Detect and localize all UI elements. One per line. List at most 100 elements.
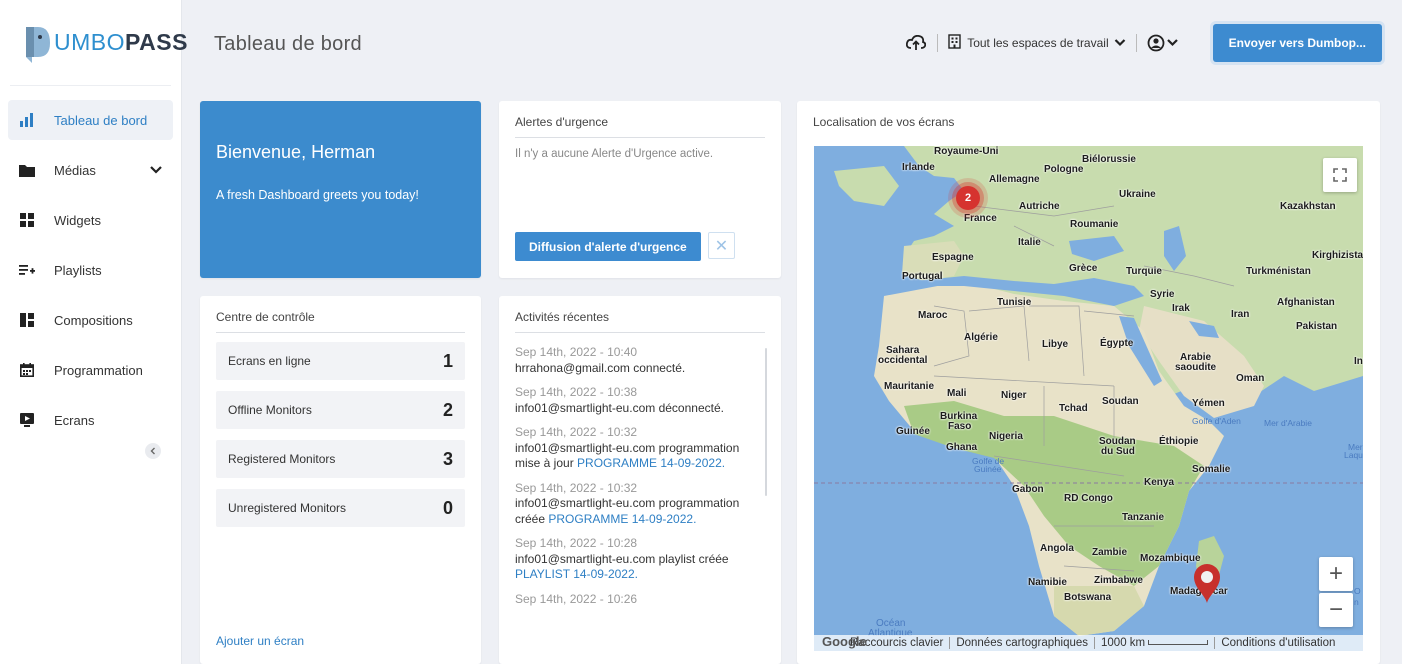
control-center-card: Centre de contrôle Ecrans en ligne 1 Offl…: [200, 296, 481, 664]
map-label: Grèce: [1069, 263, 1098, 274]
registered-monitors-row[interactable]: Registered Monitors 3: [216, 440, 465, 478]
online-screens-row[interactable]: Ecrans en ligne 1: [216, 342, 465, 380]
list-item: Sep 14th, 2022 - 10:28 info01@smartlight-…: [515, 536, 751, 583]
sidebar-item-programmation[interactable]: Programmation: [8, 350, 173, 390]
map-label: RD Congo: [1064, 493, 1113, 504]
map-attribution-bar: Raccourcis clavier Données cartographiqu…: [814, 635, 1363, 651]
user-menu[interactable]: [1147, 32, 1181, 54]
map-label: Allemagne: [989, 174, 1040, 185]
fullscreen-button[interactable]: [1323, 158, 1357, 192]
cloud-upload-icon[interactable]: [905, 32, 927, 54]
fullscreen-icon: [1333, 168, 1347, 182]
map-label: Tunisie: [997, 297, 1032, 308]
activity-link[interactable]: PROGRAMME 14-09-2022.: [548, 512, 696, 526]
map-label: Guinée: [896, 426, 930, 437]
map-label: Nigeria: [989, 431, 1023, 442]
map-label: Biélorussie: [1082, 154, 1136, 165]
map-label: Autriche: [1019, 201, 1060, 212]
sidebar-item-label: Playlists: [54, 262, 102, 278]
sidebar-item-widgets[interactable]: Widgets: [8, 200, 173, 240]
logo-text-umbo: UMBO: [54, 29, 125, 55]
chevron-down-icon: [1114, 36, 1126, 50]
activity-link[interactable]: PROGRAMME 14-09-2022.: [577, 456, 725, 470]
map-label: Soudan: [1102, 396, 1139, 407]
activity-time: Sep 14th, 2022 - 10:32: [515, 425, 638, 439]
welcome-card: Bienvenue, Herman A fresh Dashboard gree…: [200, 101, 481, 278]
map-marker-cluster[interactable]: 2: [956, 186, 980, 210]
stat-count: 2: [442, 399, 453, 420]
sidebar-item-ecrans[interactable]: Ecrans: [8, 400, 173, 440]
map-label: Ukraine: [1119, 189, 1156, 200]
stat-count: 0: [442, 497, 453, 518]
map-label: Angola: [1040, 543, 1074, 554]
map[interactable]: Royaume-Uni Irlande Biélorussie Pologne …: [814, 146, 1363, 651]
map-label: Iran: [1231, 309, 1250, 320]
logo-text-pass: PASS: [125, 29, 188, 55]
google-logo[interactable]: Google: [822, 634, 867, 649]
activity-text: hrrahona@gmail.com connecté.: [515, 360, 686, 375]
collapse-sidebar-button[interactable]: [145, 443, 161, 459]
dumbopass-logo[interactable]: UMBOPASS: [10, 0, 187, 86]
bar-chart-icon: [16, 112, 38, 128]
map-label: Portugal: [902, 271, 943, 282]
broadcast-emergency-alert-button[interactable]: Diffusion d'alerte d'urgence: [515, 232, 701, 261]
activity-link[interactable]: PLAYLIST 14-09-2022.: [515, 567, 638, 581]
chevron-down-icon[interactable]: [149, 163, 165, 178]
map-label: Niger: [1001, 390, 1027, 401]
map-label: Royaume-Uni: [934, 146, 999, 157]
recent-activity-card: Activités récentes Sep 14th, 2022 - 10:4…: [499, 296, 781, 664]
workspace-label: Tout les espaces de travail: [967, 36, 1109, 50]
map-label: Ghana: [946, 442, 978, 453]
terms-of-use-link[interactable]: Conditions d'utilisation: [1215, 637, 1341, 649]
map-label: O: [1354, 586, 1361, 596]
map-label: Laque: [1344, 450, 1363, 460]
sidebar-item-label: Ecrans: [54, 412, 95, 428]
map-label: Pologne: [1044, 164, 1084, 175]
stat-label: Registered Monitors: [228, 452, 336, 466]
sidebar-item-medias[interactable]: Médias: [8, 150, 173, 190]
emergency-alerts-card: Alertes d'urgence Il n'y a aucune Alerte…: [499, 101, 781, 278]
map-label: Zambie: [1092, 547, 1128, 558]
offline-monitors-row[interactable]: Offline Monitors 2: [216, 391, 465, 429]
sidebar-item-playlists[interactable]: Playlists: [8, 250, 173, 290]
zoom-in-button[interactable]: +: [1319, 557, 1353, 591]
top-header: Tableau de bord Tout les espaces de trav…: [183, 0, 1402, 86]
activity-time: Sep 14th, 2022 - 10:26: [515, 591, 638, 606]
widgets-icon: [16, 212, 38, 228]
zoom-out-button[interactable]: −: [1319, 593, 1353, 627]
map-label: Tchad: [1059, 403, 1088, 414]
user-avatar-icon: [1147, 34, 1178, 52]
send-to-dumbopass-button[interactable]: Envoyer vers Dumbop...: [1212, 24, 1382, 62]
sidebar-item-compositions[interactable]: Compositions: [8, 300, 173, 340]
map-label: France: [964, 213, 997, 224]
sidebar: UMBOPASS Tableau de bord Médias Widgets: [0, 0, 187, 664]
list-item: Sep 14th, 2022 - 10:32 info01@smartlight-…: [515, 481, 751, 528]
activity-text: info01@smartlight-eu.com playlist créée: [515, 551, 729, 566]
map-label: Namibie: [1028, 577, 1067, 588]
stat-count: 1: [442, 350, 453, 371]
map-data-link[interactable]: Données cartographiques: [950, 637, 1096, 649]
calendar-icon: [16, 362, 38, 378]
unregistered-monitors-row[interactable]: Unregistered Monitors 0: [216, 489, 465, 527]
scrollbar[interactable]: [765, 348, 767, 496]
map-label: Kirghizista: [1312, 250, 1363, 261]
map-label: Yémen: [1192, 398, 1225, 409]
map-label: Mer d'Arabie: [1264, 418, 1312, 428]
map-label: Gabon: [1012, 484, 1044, 495]
stat-label: Unregistered Monitors: [228, 501, 347, 515]
chevron-left-icon: [150, 447, 155, 455]
sidebar-item-tableau-de-bord[interactable]: Tableau de bord: [8, 100, 173, 140]
card-title: Activités récentes: [515, 310, 610, 324]
divider: [937, 34, 939, 52]
add-screen-link[interactable]: Ajouter un écran: [216, 634, 304, 648]
map-pin-icon[interactable]: [1192, 562, 1222, 604]
list-item: Sep 14th, 2022 - 10:32 info01@smartlight-…: [515, 425, 751, 472]
close-icon[interactable]: ✕: [708, 232, 735, 259]
stat-label: Ecrans en ligne: [228, 354, 311, 368]
map-label: Oman: [1236, 373, 1265, 384]
map-label: Syrie: [1150, 289, 1175, 300]
dumbo-elephant-icon: [22, 21, 52, 65]
map-label: Libye: [1042, 339, 1069, 350]
map-label: Afghanistan: [1277, 297, 1335, 308]
workspace-selector[interactable]: Tout les espaces de travail: [948, 34, 1125, 52]
